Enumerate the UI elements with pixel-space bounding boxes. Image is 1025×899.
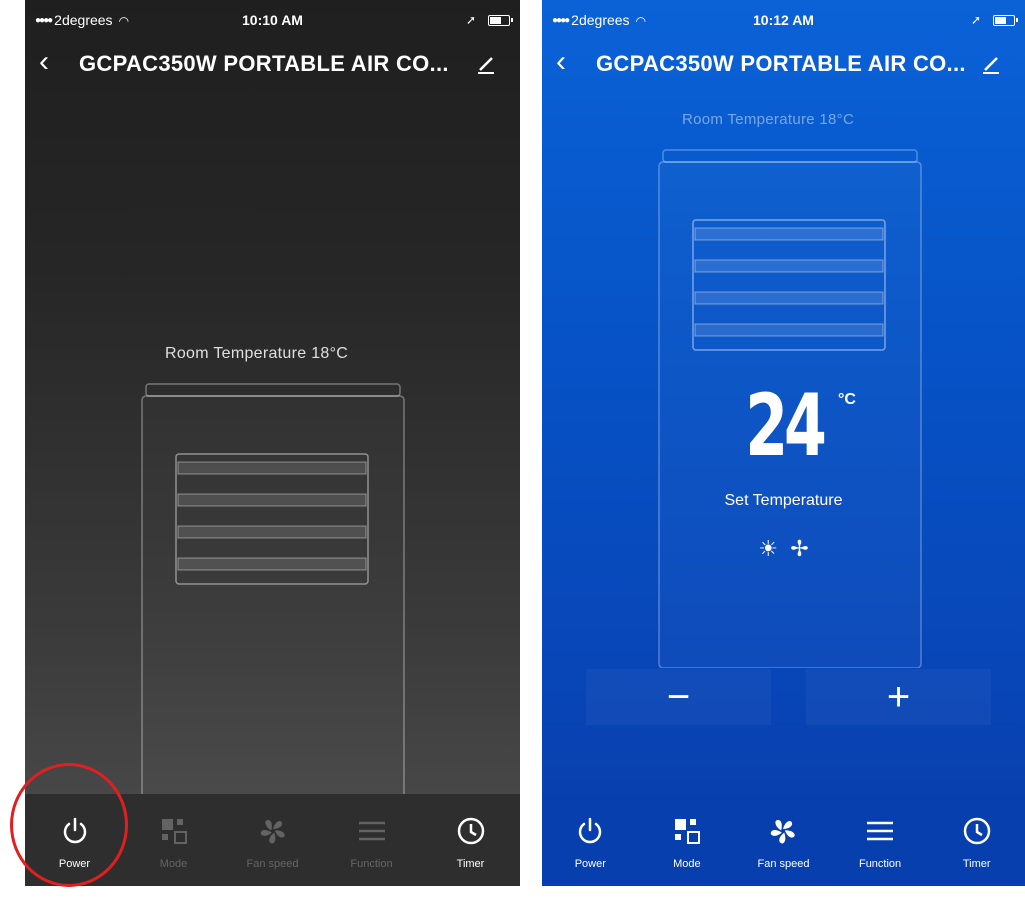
set-temperature-value: 24	[744, 376, 827, 476]
fan-speed-button[interactable]: Fan speed	[735, 794, 832, 886]
phone-screen-on: ●●●● 2degrees ◠ 10:12 AM ➚ ‹ GCPAC350W POR…	[542, 0, 1025, 886]
active-mode-indicators: ☀ ✢	[542, 536, 1025, 562]
timer-icon	[962, 816, 992, 846]
back-icon[interactable]: ‹	[39, 44, 63, 80]
location-icon: ➚	[970, 13, 981, 27]
increase-temperature-button[interactable]: +	[806, 669, 991, 725]
status-bar: ●●●● 2degrees ◠ 10:12 AM ➚	[542, 10, 1025, 32]
function-button[interactable]: Function	[832, 794, 929, 886]
timer-button[interactable]: Timer	[421, 794, 520, 886]
battery-icon	[488, 14, 513, 26]
fan-speed-button[interactable]: Fan speed	[223, 794, 322, 886]
title-bar: ‹ GCPAC350W PORTABLE AIR CO...	[25, 44, 520, 84]
phone-screen-off: ●●●● 2degrees ◠ 10:10 AM ➚ ‹ GCPAC350W POR…	[25, 0, 520, 886]
status-time: 10:12 AM	[753, 12, 814, 28]
set-temperature-display: 24 °C	[542, 383, 1025, 469]
fan-icon	[768, 816, 798, 846]
timer-label: Timer	[456, 858, 485, 870]
timer-icon	[456, 816, 486, 846]
sun-icon: ☀	[758, 536, 779, 561]
power-icon	[575, 816, 605, 846]
edit-icon[interactable]	[979, 48, 1003, 78]
device-title: GCPAC350W PORTABLE AIR CO...	[79, 51, 449, 76]
function-label: Function	[858, 858, 902, 870]
power-highlight-ring	[10, 763, 128, 887]
back-icon[interactable]: ‹	[556, 44, 580, 80]
function-button[interactable]: Function	[322, 794, 421, 886]
room-temperature: Room Temperature 18°C	[165, 345, 349, 362]
room-temperature: Room Temperature 18°C	[682, 111, 855, 128]
fan-speed-label: Fan speed	[246, 858, 299, 870]
status-time: 10:10 AM	[242, 12, 303, 28]
title-bar: ‹ GCPAC350W PORTABLE AIR CO...	[542, 44, 1025, 84]
mode-button[interactable]: Mode	[639, 794, 736, 886]
fan-speed-label: Fan speed	[757, 858, 810, 870]
temperature-unit: °C	[838, 391, 856, 408]
mode-label: Mode	[673, 858, 701, 870]
function-label: Function	[350, 858, 393, 870]
mode-label: Mode	[159, 858, 188, 870]
control-toolbar: Power Mode Fan speed Function Timer	[542, 794, 1025, 886]
function-icon	[865, 816, 895, 846]
location-icon: ➚	[465, 13, 476, 27]
air-conditioner-illustration	[140, 382, 406, 802]
fan-mode-icon: ✢	[790, 536, 809, 561]
timer-label: Timer	[962, 858, 991, 870]
function-icon	[357, 816, 387, 846]
fan-icon	[258, 816, 288, 846]
power-label: Power	[574, 858, 606, 870]
mode-icon	[159, 816, 189, 846]
power-button[interactable]: Power	[542, 794, 639, 886]
status-bar: ●●●● 2degrees ◠ 10:10 AM ➚	[25, 10, 520, 32]
device-title: GCPAC350W PORTABLE AIR CO...	[596, 51, 966, 76]
mode-icon	[672, 816, 702, 846]
set-temperature-label: Set Temperature	[724, 492, 843, 509]
decrease-temperature-button[interactable]: −	[586, 669, 771, 725]
battery-icon	[993, 14, 1018, 26]
timer-button[interactable]: Timer	[928, 794, 1025, 886]
mode-button[interactable]: Mode	[124, 794, 223, 886]
edit-icon[interactable]	[474, 48, 498, 78]
